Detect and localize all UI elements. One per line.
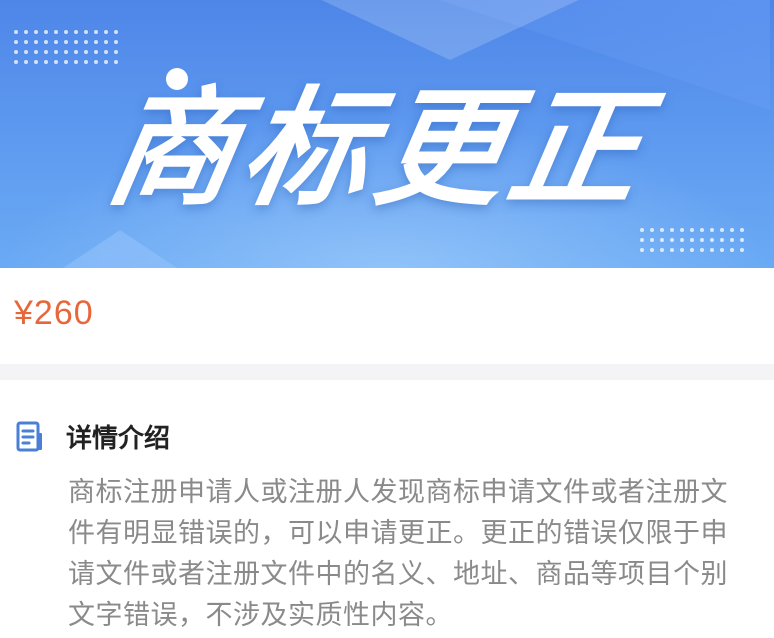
banner-dot-pattern [14,30,118,64]
banner-decoration-triangle-bottom [60,230,180,268]
document-icon [16,421,44,453]
detail-section: 详情介绍 商标注册申请人或注册人发现商标申请文件或者注册文件有明显错误的，可以申… [0,380,774,638]
detail-heading: 详情介绍 [66,424,171,454]
detail-header: 详情介绍 [16,418,170,455]
banner-dot-pattern [640,228,744,252]
section-divider [0,364,774,380]
product-banner: 商标更正 [0,0,774,268]
detail-description: 商标注册申请人或注册人发现商标申请文件或者注册文件有明显错误的，可以申请更正。更… [68,477,728,631]
price-section: ¥260 [0,268,774,364]
product-price: ¥260 [14,294,94,332]
banner-title-dot [166,68,188,90]
